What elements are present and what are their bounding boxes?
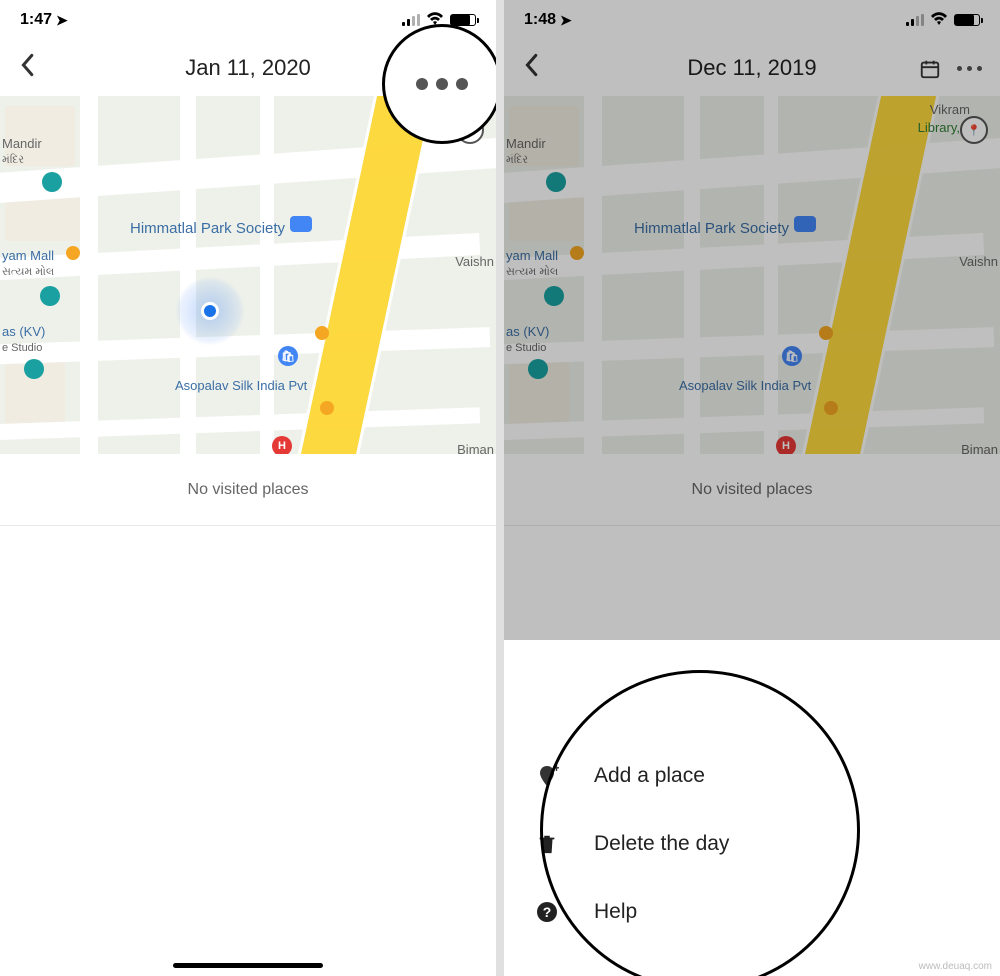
svg-text:+: +	[553, 764, 559, 775]
map-pin-icon[interactable]	[42, 172, 62, 192]
map-pin-icon[interactable]	[544, 286, 564, 306]
map-label: સત્યમ મોલ	[2, 266, 54, 279]
map-pin-icon[interactable]: 📍	[960, 116, 988, 144]
no-places-label: No visited places	[188, 481, 309, 499]
map-label: મંદિર	[2, 154, 24, 167]
page-title: Jan 11, 2020	[185, 55, 311, 81]
visited-places-empty: No visited places	[0, 454, 496, 526]
sheet-item-label: Delete the day	[594, 832, 729, 856]
nav-bar: Dec 11, 2019	[504, 40, 1000, 96]
map-label: as (KV)	[2, 324, 45, 339]
page-title: Dec 11, 2019	[687, 55, 816, 81]
map-pin-icon[interactable]	[794, 216, 816, 232]
add-place-button[interactable]: + Add a place	[504, 742, 1000, 810]
map-label: Biman	[457, 442, 494, 454]
map-label: સત્યમ મોલ	[506, 266, 558, 279]
map-view[interactable]: Mandir મંદિર Library, Himmatlal Park Soc…	[0, 96, 496, 454]
wifi-icon	[930, 12, 948, 29]
phone-screen-left: 1:47 ➤ Jan 11, 2020	[0, 0, 496, 976]
map-pin-icon[interactable]	[546, 172, 566, 192]
status-time: 1:47	[20, 11, 52, 29]
battery-icon	[954, 14, 980, 26]
map-pin-icon[interactable]	[290, 216, 312, 232]
map-pin-icon[interactable]	[528, 359, 548, 379]
map-pin-transit-icon[interactable]	[315, 326, 329, 340]
map-view[interactable]: Mandir મંદિર Library, Vikram Himmatlal P…	[504, 96, 1000, 454]
map-label: Library,	[918, 120, 960, 135]
calendar-button[interactable]	[919, 58, 939, 78]
battery-icon	[450, 14, 476, 26]
map-pin-hospital-icon[interactable]: H	[272, 436, 292, 454]
map-label: Vaishn	[455, 254, 494, 269]
map-label: e Studio	[2, 342, 42, 354]
back-button[interactable]	[522, 53, 552, 84]
phone-screen-right: 1:48 ➤ Dec 11, 2019	[504, 0, 1000, 976]
delete-day-button[interactable]: Delete the day	[504, 810, 1000, 878]
current-location-marker	[175, 276, 245, 346]
map-pin-transit-icon[interactable]	[824, 401, 838, 415]
status-bar: 1:48 ➤	[504, 0, 1000, 40]
map-pin-transit-icon[interactable]	[66, 246, 80, 260]
map-pin-icon[interactable]: 🛍	[278, 346, 298, 366]
map-pin-icon[interactable]	[40, 286, 60, 306]
map-label: Mandir	[2, 136, 42, 151]
no-places-label: No visited places	[692, 481, 813, 499]
add-place-icon: +	[534, 764, 560, 788]
map-pin-transit-icon[interactable]	[320, 401, 334, 415]
map-pin-hospital-icon[interactable]: H	[776, 436, 796, 454]
map-label: Asopalav Silk India Pvt	[175, 378, 307, 393]
visited-places-empty: No visited places	[504, 454, 1000, 526]
help-icon: ?	[534, 900, 560, 924]
map-label: મંદિર	[506, 154, 528, 167]
map-pin-transit-icon[interactable]	[819, 326, 833, 340]
map-label: Himmatlal Park Society	[634, 220, 789, 237]
more-options-button[interactable]	[957, 66, 982, 71]
watermark: www.deuaq.com	[919, 961, 992, 972]
svg-text:?: ?	[543, 904, 552, 920]
map-label: e Studio	[506, 342, 546, 354]
more-options-icon[interactable]	[416, 78, 468, 90]
help-button[interactable]: ? Help	[504, 878, 1000, 946]
sheet-item-label: Help	[594, 900, 637, 924]
map-pin-transit-icon[interactable]	[570, 246, 584, 260]
map-label: Vikram	[930, 102, 970, 117]
map-label: Vaishn	[959, 254, 998, 269]
back-button[interactable]	[18, 53, 48, 84]
map-label: yam Mall	[2, 248, 54, 263]
location-services-icon: ➤	[56, 12, 68, 29]
map-pin-icon[interactable]	[24, 359, 44, 379]
map-label: Biman	[961, 442, 998, 454]
status-time: 1:48	[524, 11, 556, 29]
map-label: yam Mall	[506, 248, 558, 263]
cellular-signal-icon	[402, 14, 420, 26]
cellular-signal-icon	[906, 14, 924, 26]
annotation-circle-more-button	[382, 24, 496, 144]
map-label: Himmatlal Park Society	[130, 220, 285, 237]
map-label: Asopalav Silk India Pvt	[679, 378, 811, 393]
map-label: as (KV)	[506, 324, 549, 339]
map-label: Mandir	[506, 136, 546, 151]
home-indicator[interactable]	[173, 963, 323, 968]
trash-icon	[534, 832, 560, 856]
map-pin-icon[interactable]: 🛍	[782, 346, 802, 366]
location-services-icon: ➤	[560, 12, 572, 29]
action-sheet: + Add a place Delete the day ? Help	[504, 728, 1000, 976]
sheet-item-label: Add a place	[594, 764, 705, 788]
